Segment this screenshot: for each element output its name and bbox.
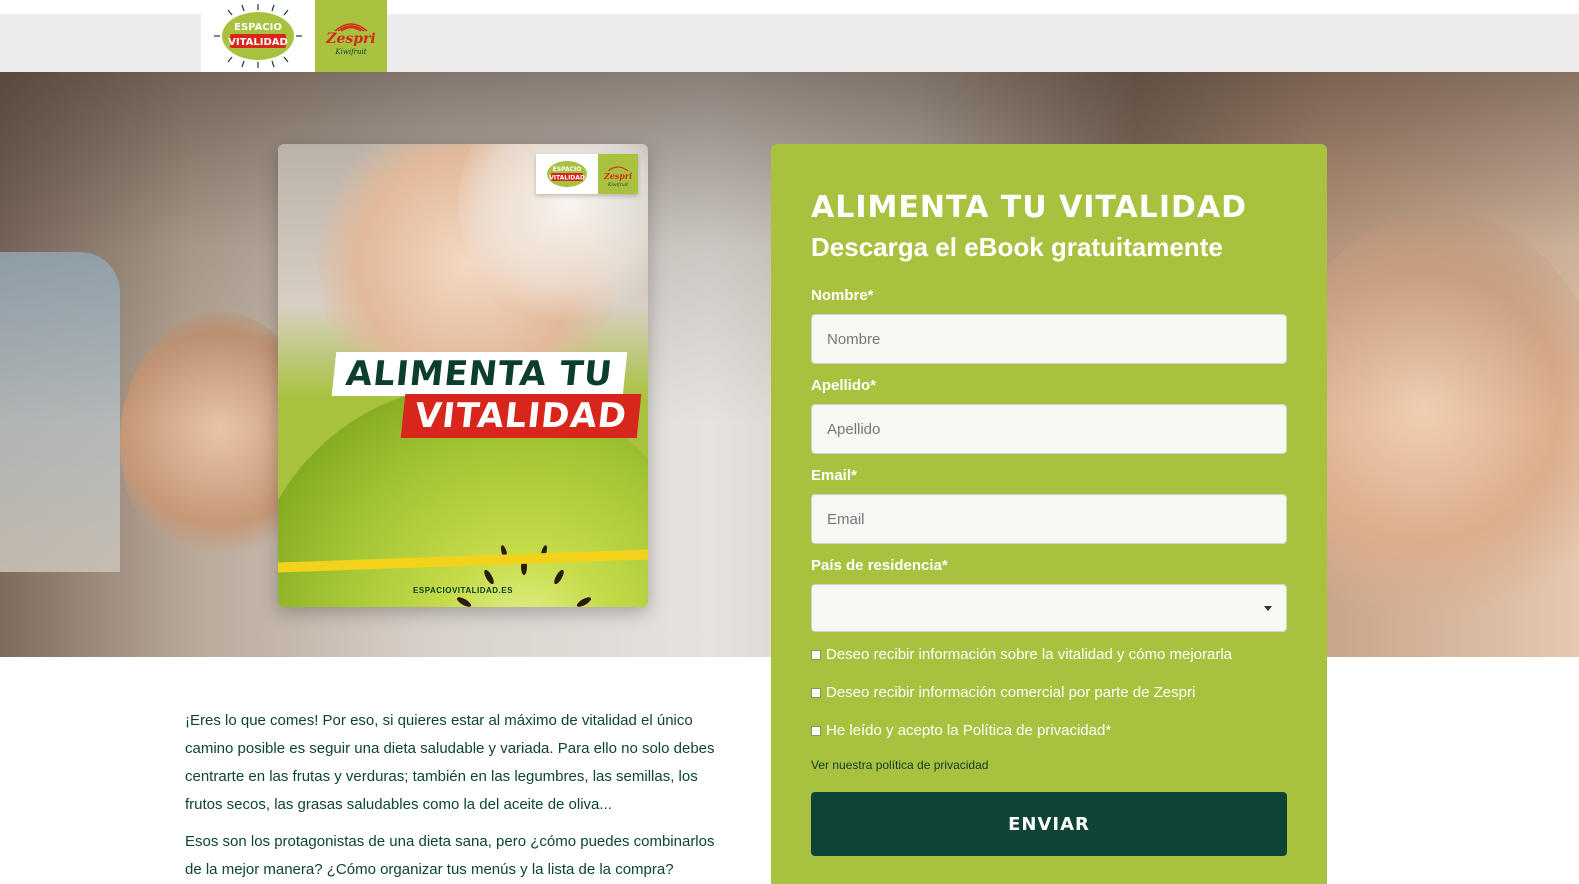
- logo-text-espacio: ESPACIO: [234, 22, 282, 33]
- submit-button[interactable]: ENVIAR: [811, 792, 1287, 856]
- apellido-input[interactable]: [811, 404, 1287, 454]
- intro-paragraph-1: ¡Eres lo que comes! Por eso, si quieres …: [185, 712, 715, 813]
- checkbox-row-privacidad[interactable]: He leído y acepto la Política de privaci…: [811, 722, 1111, 739]
- nombre-label: Nombre*: [811, 287, 874, 304]
- intro-paragraph-2: Esos son los protagonistas de una dieta …: [185, 833, 715, 878]
- checkbox-vitalidad-label: Deseo recibir información sobre la vital…: [826, 646, 1233, 663]
- nombre-input[interactable]: [811, 314, 1287, 364]
- checkbox-comercial-label: Deseo recibir información comercial por …: [826, 684, 1196, 701]
- cover-logo-text-espacio: ESPACIO: [553, 166, 582, 173]
- zespri-wordmark: Zespri: [325, 31, 376, 47]
- email-label: Email*: [811, 467, 857, 484]
- privacy-policy-link[interactable]: Ver nuestra política de privacidad: [811, 758, 988, 772]
- checkbox-row-comercial[interactable]: Deseo recibir información comercial por …: [811, 684, 1195, 701]
- brand-logos[interactable]: ESPACIO VITALIDAD Zespri Kiwifruit: [201, 0, 387, 72]
- zespri-tagline: Kiwifruit: [334, 48, 366, 56]
- cover-vitalidad-logo-icon: ESPACIO VITALIDAD: [547, 161, 587, 187]
- zespri-logo-icon: Zespri Kiwifruit: [325, 23, 376, 56]
- cover-title-line2: VITALIDAD: [400, 394, 642, 438]
- checkbox-vitalidad[interactable]: [811, 649, 821, 660]
- espacio-vitalidad-logo[interactable]: ESPACIO VITALIDAD: [201, 0, 315, 72]
- checkbox-row-vitalidad[interactable]: Deseo recibir información sobre la vital…: [811, 646, 1232, 663]
- caret-down-icon: [1264, 606, 1272, 611]
- cover-footer-url: ESPACIOVITALIDAD.ES: [413, 586, 513, 595]
- pais-label: País de residencia*: [811, 557, 948, 574]
- cover-logos: ESPACIO VITALIDAD Zespri Kiwifruit: [536, 154, 638, 194]
- checkbox-privacidad-label: He leído y acepto la Política de privaci…: [826, 722, 1112, 739]
- cover-title-line1: ALIMENTA TU: [331, 352, 627, 396]
- espacio-vitalidad-logo-icon: ESPACIO VITALIDAD: [214, 4, 302, 68]
- pais-select[interactable]: [811, 584, 1287, 632]
- apellido-label: Apellido*: [811, 377, 877, 394]
- cover-vitalidad-logo: ESPACIO VITALIDAD: [536, 154, 598, 194]
- zespri-logo[interactable]: Zespri Kiwifruit: [315, 0, 387, 72]
- checkbox-comercial[interactable]: [811, 687, 821, 698]
- email-input[interactable]: [811, 494, 1287, 544]
- cover-zespri-tagline: Kiwifruit: [607, 182, 628, 188]
- cover-zespri-logo: Zespri Kiwifruit: [598, 154, 638, 194]
- checkbox-privacidad[interactable]: [811, 725, 821, 736]
- cover-zespri-logo-icon: Zespri Kiwifruit: [603, 166, 632, 188]
- cover-zespri-wordmark: Zespri: [603, 171, 632, 181]
- download-form-panel: ALIMENTA TU VITALIDAD Descarga el eBook …: [771, 144, 1327, 884]
- form-subtitle: Descarga el eBook gratuitamente: [811, 232, 1223, 262]
- cover-logo-text-vitalidad: VITALIDAD: [549, 175, 585, 182]
- form-title: ALIMENTA TU VITALIDAD: [811, 190, 1248, 225]
- logo-text-vitalidad: VITALIDAD: [228, 37, 288, 48]
- ebook-cover-image: ALIMENTA TU VITALIDAD ESPACIO VITALIDAD …: [278, 144, 648, 607]
